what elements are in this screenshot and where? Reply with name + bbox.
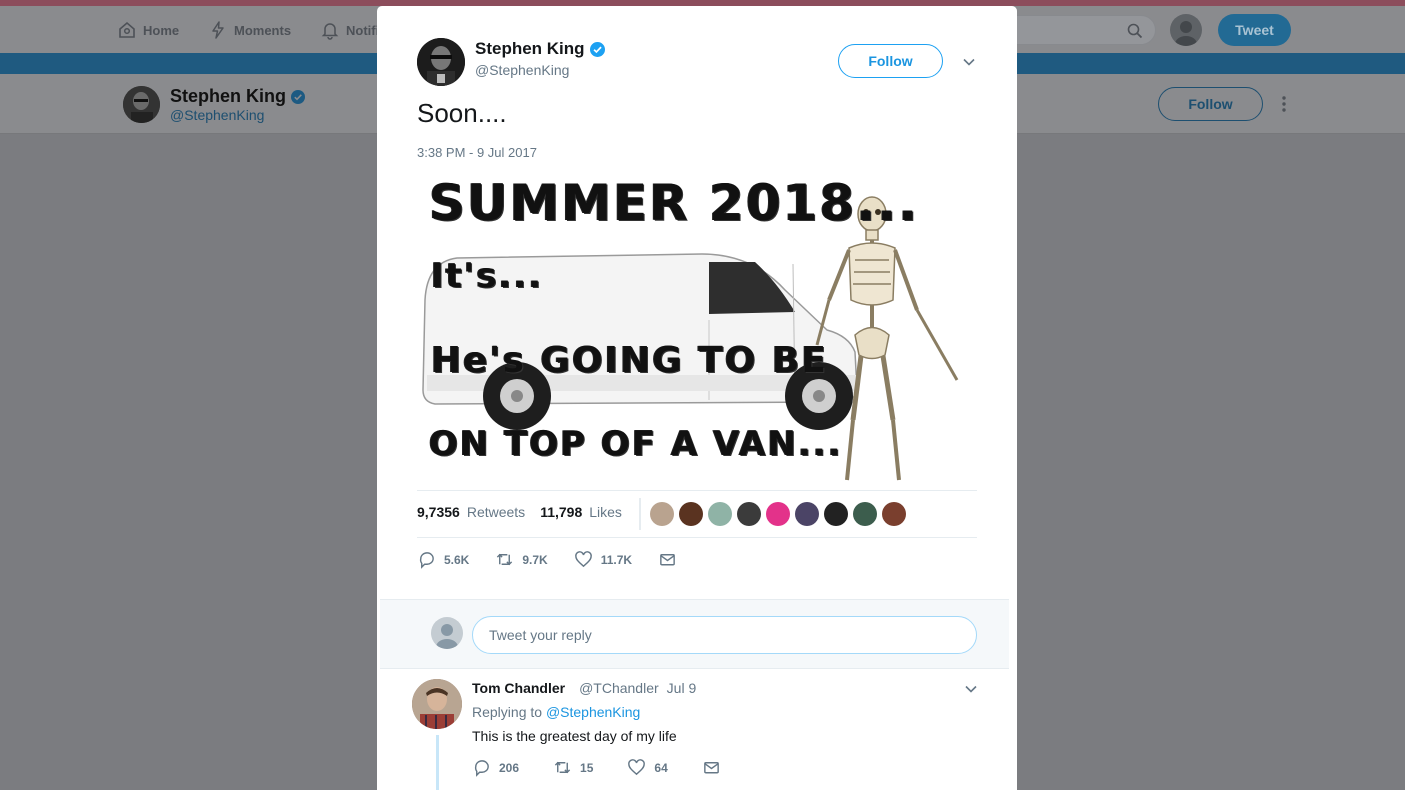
liker-avatar[interactable]	[882, 502, 906, 526]
reply-icon	[474, 760, 489, 777]
liker-avatar[interactable]	[737, 502, 761, 526]
replying-to-link[interactable]: @StephenKing	[546, 704, 640, 720]
liker-avatar[interactable]	[679, 502, 703, 526]
comment-like-count: 64	[654, 760, 668, 775]
meme-line-2: It's...	[431, 256, 544, 296]
commenter-name[interactable]: Tom Chandler	[472, 680, 565, 696]
liker-avatars	[650, 502, 906, 526]
replying-prefix: Replying to	[472, 704, 543, 720]
liker-avatar[interactable]	[853, 502, 877, 526]
reply-action[interactable]: 5.6K	[417, 550, 469, 569]
retweet-icon	[497, 553, 513, 566]
engagement-stats: 9,7356 Retweets 11,798 Likes	[417, 504, 630, 520]
stats-bottom-divider	[417, 537, 977, 538]
stats-top-divider	[417, 490, 977, 491]
retweet-count: 9.7K	[522, 552, 548, 567]
nav-notifications-label: Notifi	[346, 22, 380, 38]
tweet-actions: 5.6K 9.7K 11.7K	[417, 550, 703, 569]
liker-avatar[interactable]	[766, 502, 790, 526]
likes-label[interactable]: Likes	[589, 504, 622, 520]
liker-avatar[interactable]	[824, 502, 848, 526]
default-user-icon	[436, 624, 458, 649]
comment-reply-action[interactable]: 206	[472, 758, 519, 777]
comment-header: Tom Chandler @TChandler Jul 9	[472, 680, 696, 696]
search-icon[interactable]	[1127, 23, 1143, 39]
author-photo	[417, 38, 465, 86]
liker-avatar[interactable]	[650, 502, 674, 526]
meme-line-1: SUMMER 2018...	[429, 174, 920, 232]
nav-home[interactable]: Home	[117, 20, 179, 40]
comment-actions: 206 15 64	[472, 758, 755, 777]
commenter-photo	[412, 679, 462, 729]
profile-name-text: Stephen King	[170, 86, 286, 106]
comment-like-action[interactable]: 64	[627, 758, 668, 777]
liker-avatar[interactable]	[708, 502, 732, 526]
heart-icon	[628, 759, 646, 776]
retweet-icon	[554, 761, 571, 774]
commenter-handle[interactable]: @TChandler	[579, 680, 659, 696]
nav-home-label: Home	[143, 22, 180, 38]
retweets-label[interactable]: Retweets	[467, 504, 525, 520]
envelope-icon	[660, 554, 675, 566]
heart-icon	[574, 551, 592, 568]
current-user-avatar	[431, 617, 463, 649]
comment-date[interactable]: Jul 9	[667, 680, 697, 696]
comment-retweet-count: 15	[580, 760, 594, 775]
author-avatar[interactable]	[417, 38, 465, 86]
thread-connector	[436, 735, 439, 790]
author-name-text: Stephen King	[475, 39, 585, 58]
account-avatar[interactable]	[1170, 14, 1202, 46]
profile-photo	[123, 86, 160, 123]
profile-avatar[interactable]	[123, 86, 160, 123]
tweet-image[interactable]: SUMMER 2018... It's... He's GOING TO BE …	[417, 170, 977, 486]
tweet-timestamp[interactable]: 3:38 PM - 9 Jul 2017	[417, 145, 537, 160]
nav-moments-label: Moments	[234, 22, 292, 38]
nav-moments[interactable]: Moments	[208, 20, 291, 40]
reply-icon	[419, 552, 434, 569]
default-user-icon	[1175, 21, 1197, 46]
likes-count[interactable]: 11,798	[540, 504, 582, 520]
chevron-down-icon[interactable]	[962, 55, 976, 69]
tweet-modal: Stephen King @StephenKing Follow Soon...…	[377, 6, 1017, 790]
stats-separator	[639, 498, 641, 530]
like-action[interactable]: 11.7K	[574, 550, 632, 569]
follow-button[interactable]: Follow	[838, 44, 943, 78]
meme-line-3: He's GOING TO BE	[431, 340, 829, 381]
comment-reply-count: 206	[499, 760, 520, 775]
comment-text: This is the greatest day of my life	[472, 728, 677, 744]
author-handle[interactable]: @StephenKing	[475, 62, 569, 78]
meme-line-4: ON TOP OF A VAN...	[429, 424, 843, 464]
more-options-icon[interactable]	[1278, 94, 1290, 114]
reply-input[interactable]: Tweet your reply	[472, 616, 977, 654]
verified-badge-icon	[589, 41, 605, 57]
liker-avatar[interactable]	[795, 502, 819, 526]
direct-message-action[interactable]	[658, 550, 677, 569]
compose-tweet-button[interactable]: Tweet	[1218, 14, 1291, 46]
nav-notifications[interactable]: Notifi	[320, 20, 379, 40]
profile-name: Stephen King	[170, 86, 305, 107]
reply-composer: Tweet your reply	[380, 599, 1009, 669]
chevron-down-icon[interactable]	[964, 682, 978, 696]
lightning-icon	[212, 21, 224, 39]
comment-dm-action[interactable]	[702, 758, 721, 777]
retweet-action[interactable]: 9.7K	[495, 550, 548, 569]
reply-count: 5.6K	[444, 552, 470, 567]
comment-retweet-action[interactable]: 15	[553, 758, 593, 777]
like-count: 11.7K	[600, 552, 633, 567]
verified-badge-icon	[291, 89, 305, 104]
profile-handle[interactable]: @StephenKing	[170, 107, 264, 123]
profile-follow-button[interactable]: Follow	[1158, 87, 1263, 121]
retweets-count[interactable]: 9,7356	[417, 504, 460, 520]
envelope-icon	[703, 762, 719, 774]
tweet-text: Soon....	[417, 98, 507, 128]
commenter-avatar[interactable]	[412, 679, 462, 729]
replying-to: Replying to @StephenKing	[472, 704, 640, 720]
author-name[interactable]: Stephen King	[475, 39, 605, 59]
bell-icon	[321, 23, 339, 40]
home-icon	[119, 21, 135, 38]
